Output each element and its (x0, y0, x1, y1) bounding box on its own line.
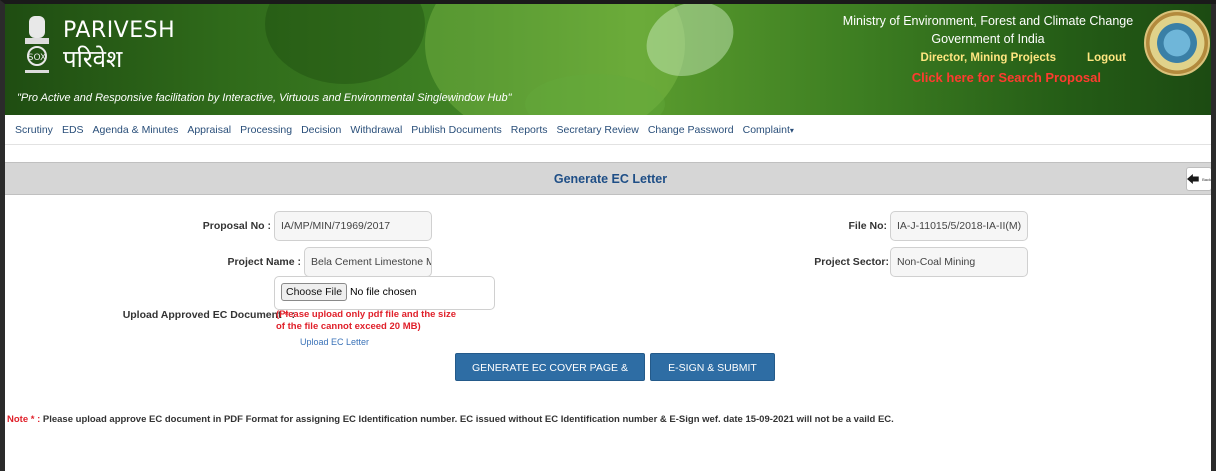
file-no-field[interactable]: IA-J-11015/5/2018-IA-II(M) (890, 211, 1028, 241)
main-nav: Scrutiny EDS Agenda & Minutes Appraisal … (5, 115, 1216, 145)
nav-item-complaint-label: Complaint (742, 123, 790, 136)
tagline: "Pro Active and Responsive facilitation … (17, 92, 512, 104)
national-emblem-icon: SOX (25, 16, 49, 73)
no-file-chosen-text: No file chosen (349, 286, 417, 298)
proposal-no-field[interactable]: IA/MP/MIN/71969/2017 (274, 211, 432, 241)
svg-text:SOX: SOX (28, 53, 46, 63)
project-sector-label: Project Sector: (814, 256, 889, 268)
back-arrow-icon (1187, 173, 1199, 185)
header-banner: SOX PARIVESH परिवेश "Pro Active and Resp… (5, 4, 1216, 115)
file-no-label: File No: (848, 220, 888, 232)
chevron-down-icon: ▾ (789, 125, 794, 135)
page-title: Generate EC Letter (553, 172, 668, 186)
upload-ec-letter-link[interactable]: Upload EC Letter (300, 337, 369, 347)
page: SOX PARIVESH परिवेश "Pro Active and Resp… (0, 0, 1216, 471)
upload-ec-document-label: Upload Approved EC Document * : (105, 309, 295, 321)
note-text: Please upload approve EC document in PDF… (40, 414, 894, 425)
nav-item-secretary-review[interactable]: Secretary Review (557, 124, 639, 136)
nav-item-change-password[interactable]: Change Password (648, 124, 734, 136)
project-name-label: Project Name : (227, 256, 301, 268)
generate-ec-cover-page-button[interactable]: GENERATE EC COVER PAGE & PREVIEW EC (455, 353, 645, 402)
choose-file-button[interactable]: Choose File (281, 283, 348, 301)
proposal-no-label: Proposal No : (202, 220, 271, 232)
title-bar: Generate EC Letter Back (5, 162, 1216, 195)
scrollbar[interactable] (1211, 4, 1216, 471)
upload-hint: (Please upload only pdf file and the siz… (276, 309, 457, 332)
upload-ec-document-text: Upload Approved EC Document (122, 309, 282, 321)
nav-item-scrutiny[interactable]: Scrutiny (15, 124, 53, 136)
brand-name-english: PARIVESH (63, 18, 176, 43)
nav-item-eds[interactable]: EDS (62, 124, 84, 136)
search-proposal-link[interactable]: Click here for Search Proposal (912, 70, 1101, 85)
nav-item-publish-documents[interactable]: Publish Documents (411, 124, 501, 136)
government-name: Government of India (931, 32, 1045, 46)
nav-item-agenda-minutes[interactable]: Agenda & Minutes (93, 124, 179, 136)
back-label: Back (1202, 176, 1211, 182)
back-button[interactable]: Back (1186, 167, 1212, 191)
nav-item-appraisal[interactable]: Appraisal (187, 124, 231, 136)
nav-item-processing[interactable]: Processing (240, 124, 292, 136)
upload-ec-file-input[interactable]: Choose File No file chosen (274, 276, 495, 310)
nav-item-withdrawal[interactable]: Withdrawal (350, 124, 402, 136)
nav-item-complaint[interactable]: Complaint▾ (743, 124, 794, 136)
logout-link[interactable]: Logout (1087, 52, 1126, 64)
moefcc-logo-icon (1144, 10, 1210, 76)
project-name-field[interactable]: Bela Cement Limestone Mine 02 ( (304, 247, 432, 277)
project-sector-field[interactable]: Non-Coal Mining (890, 247, 1028, 277)
nav-item-reports[interactable]: Reports (511, 124, 548, 136)
ec-note: Note * : Please upload approve EC docume… (7, 414, 894, 425)
note-prefix: Note * : (7, 414, 41, 425)
brand-name-hindi: परिवेश (63, 45, 123, 73)
esign-submit-button[interactable]: E-SIGN & SUBMIT (650, 353, 775, 381)
ministry-name: Ministry of Environment, Forest and Clim… (842, 14, 1134, 28)
nav-item-decision[interactable]: Decision (301, 124, 341, 136)
user-role-link[interactable]: Director, Mining Projects (921, 52, 1056, 64)
